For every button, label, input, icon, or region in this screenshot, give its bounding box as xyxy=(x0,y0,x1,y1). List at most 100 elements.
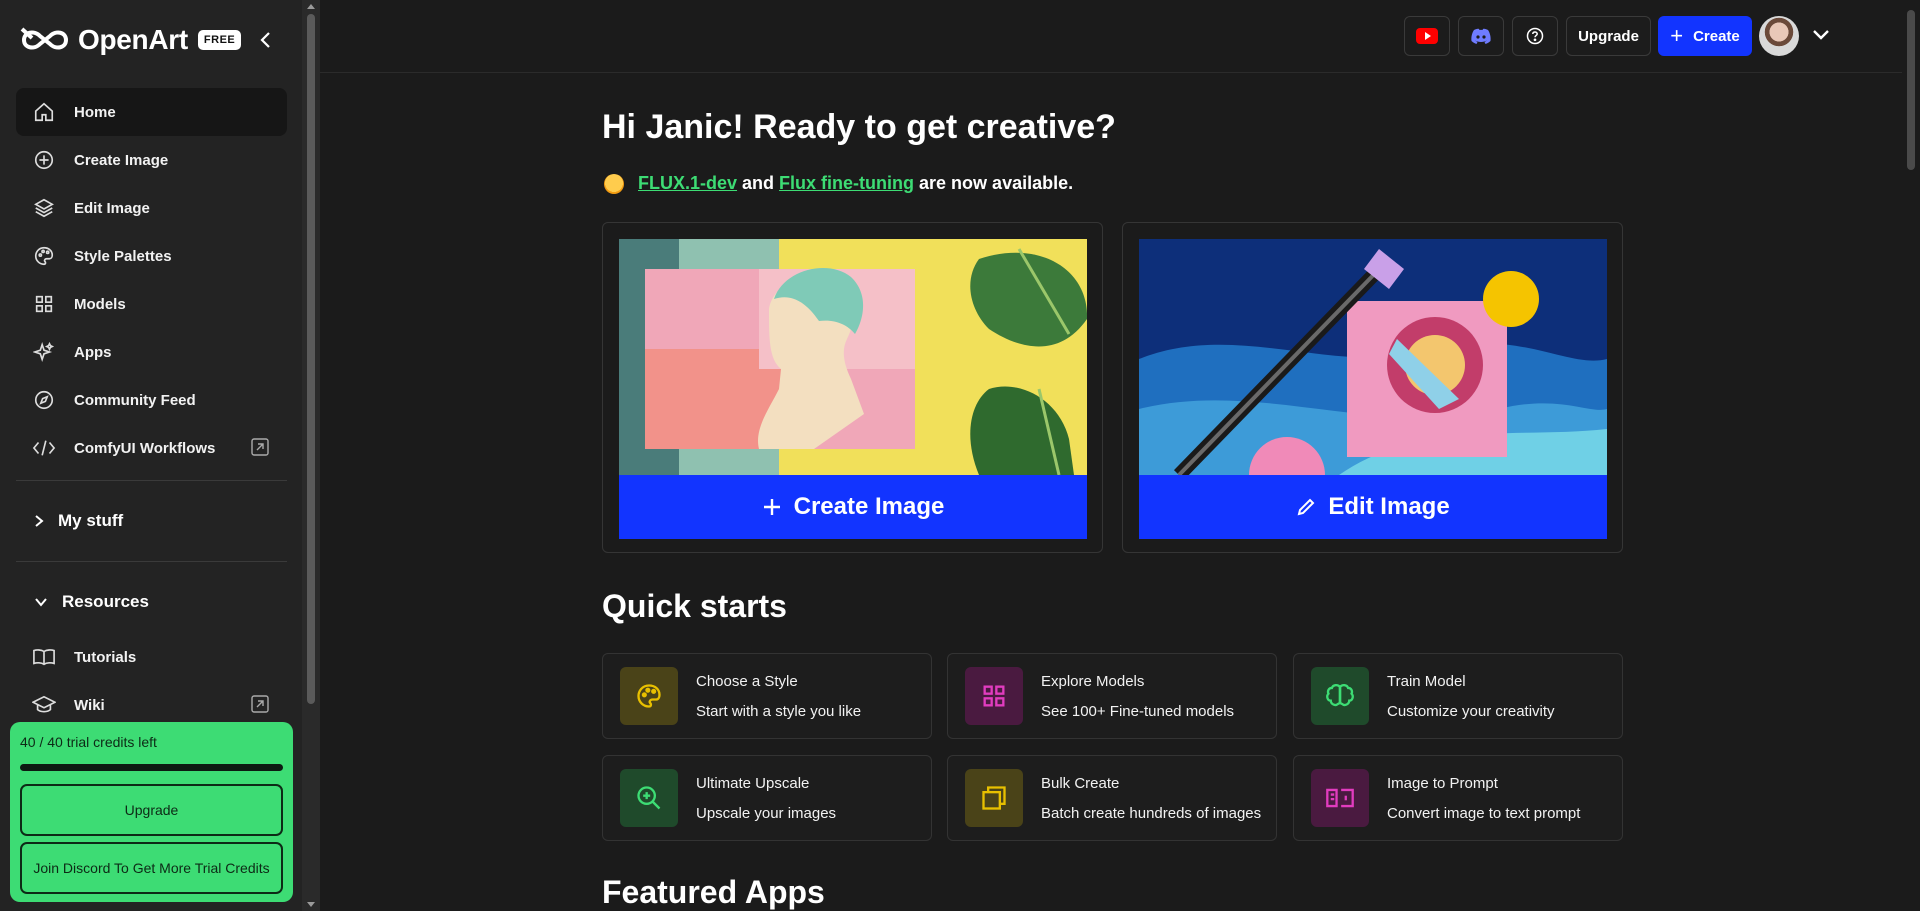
quick-start-choose-style[interactable]: Choose a Style Start with a style you li… xyxy=(602,653,932,739)
quick-start-subtitle: Upscale your images xyxy=(696,805,837,822)
sidebar-item-models[interactable]: Models xyxy=(16,280,287,328)
trial-credits-panel: 40 / 40 trial credits left Upgrade Join … xyxy=(10,722,293,902)
resources-label: Resources xyxy=(62,592,149,611)
quick-start-title: Train Model xyxy=(1387,673,1466,690)
quick-start-image-to-prompt[interactable]: Image to Prompt Convert image to text pr… xyxy=(1293,755,1623,841)
sidebar-item-label: Style Palettes xyxy=(74,247,172,265)
sidebar: OpenArt FREE Home Create Image Edit Imag… xyxy=(0,0,302,911)
quick-start-ultimate-upscale[interactable]: Ultimate Upscale Upscale your images xyxy=(602,755,932,841)
book-icon xyxy=(32,645,56,669)
join-discord-button[interactable]: Join Discord To Get More Trial Credits xyxy=(20,842,283,894)
scroll-down-arrow[interactable] xyxy=(307,902,315,907)
app-window: OpenArt FREE Home Create Image Edit Imag… xyxy=(0,0,1920,911)
youtube-button[interactable] xyxy=(1404,16,1450,56)
chevron-down-icon xyxy=(34,597,48,607)
sidebar-item-apps[interactable]: Apps xyxy=(16,328,287,376)
main-scrollbar[interactable] xyxy=(1902,0,1920,911)
sidebar-scrollbar[interactable] xyxy=(302,0,320,911)
layers-icon xyxy=(32,196,56,220)
upgrade-button[interactable]: Upgrade xyxy=(1566,16,1651,56)
scrollbar-thumb[interactable] xyxy=(1907,10,1915,170)
copy-icon xyxy=(965,769,1023,827)
credits-upgrade-button[interactable]: Upgrade xyxy=(20,784,283,836)
edit-image-illustration xyxy=(1139,239,1607,475)
sidebar-item-label: Models xyxy=(74,295,126,313)
quick-start-subtitle: Customize your creativity xyxy=(1387,703,1555,720)
create-button[interactable]: + Create xyxy=(1658,16,1752,56)
plus-icon: + xyxy=(1670,23,1684,48)
pencil-icon xyxy=(1296,497,1316,517)
sidebar-item-comfyui-workflows[interactable]: ComfyUI Workflows xyxy=(16,424,287,472)
compass-icon xyxy=(32,388,56,412)
sidebar-item-community-feed[interactable]: Community Feed xyxy=(16,376,287,424)
home-icon xyxy=(32,100,56,124)
sidebar-item-label: Tutorials xyxy=(74,648,137,666)
youtube-icon xyxy=(1416,28,1438,44)
sidebar-item-label: ComfyUI Workflows xyxy=(74,439,216,457)
quick-start-bulk-create[interactable]: Bulk Create Batch create hundreds of ima… xyxy=(947,755,1277,841)
resources-toggle[interactable]: Resources xyxy=(16,582,287,622)
chevron-right-icon xyxy=(34,514,44,528)
sidebar-item-label: Home xyxy=(74,103,116,121)
create-image-card[interactable]: Create Image xyxy=(602,222,1103,553)
create-image-button[interactable]: Create Image xyxy=(619,475,1087,539)
grid-icon xyxy=(32,292,56,316)
credits-remaining-text: 40 / 40 trial credits left xyxy=(20,734,157,750)
grid-icon xyxy=(965,667,1023,725)
edit-image-button[interactable]: Edit Image xyxy=(1139,475,1607,539)
sidebar-item-edit-image[interactable]: Edit Image xyxy=(16,184,287,232)
logo[interactable]: OpenArt FREE xyxy=(20,24,242,56)
quick-start-title: Bulk Create xyxy=(1041,775,1120,792)
sidebar-divider xyxy=(16,480,287,481)
sidebar-item-home[interactable]: Home xyxy=(16,88,287,136)
openart-logo-icon xyxy=(20,27,69,50)
quick-start-title: Image to Prompt xyxy=(1387,775,1498,792)
chevron-down-icon[interactable] xyxy=(1812,28,1830,46)
sidebar-item-label: Create Image xyxy=(74,151,169,169)
scrollbar-thumb[interactable] xyxy=(307,14,315,704)
sidebar-item-label: Wiki xyxy=(74,696,105,714)
announcement: FLUX.1-dev and Flux fine-tuning are now … xyxy=(604,173,1073,194)
external-link-icon xyxy=(251,438,269,460)
logo-text: OpenArt xyxy=(78,24,188,55)
my-stuff-toggle[interactable]: My stuff xyxy=(16,501,287,541)
quick-start-explore-models[interactable]: Explore Models See 100+ Fine-tuned model… xyxy=(947,653,1277,739)
sparkle-icon xyxy=(32,340,56,364)
edit-image-card[interactable]: Edit Image xyxy=(1122,222,1623,553)
brain-icon xyxy=(1311,667,1369,725)
topbar-divider xyxy=(320,72,1906,73)
discord-button[interactable] xyxy=(1458,16,1504,56)
code-icon xyxy=(32,436,56,460)
plus-icon xyxy=(762,497,782,517)
sidebar-item-create-image[interactable]: Create Image xyxy=(16,136,287,184)
scroll-up-arrow[interactable] xyxy=(307,4,315,9)
create-image-illustration xyxy=(619,239,1087,475)
avatar[interactable] xyxy=(1759,16,1799,56)
quick-start-subtitle: Start with a style you like xyxy=(696,703,862,720)
zoom-in-icon xyxy=(620,769,678,827)
graduation-cap-icon xyxy=(32,693,56,717)
quick-start-title: Ultimate Upscale xyxy=(696,775,810,792)
quick-start-title: Explore Models xyxy=(1041,673,1145,690)
sidebar-item-tutorials[interactable]: Tutorials xyxy=(16,633,287,681)
sidebar-item-label: Community Feed xyxy=(74,391,196,409)
plan-badge: FREE xyxy=(197,30,242,50)
sidebar-item-label: Apps xyxy=(74,343,112,361)
sidebar-item-style-palettes[interactable]: Style Palettes xyxy=(16,232,287,280)
help-icon xyxy=(1526,27,1544,45)
resources-nav: Tutorials Wiki xyxy=(16,633,287,729)
flux-dev-link[interactable]: FLUX.1-dev xyxy=(638,173,737,194)
help-button[interactable] xyxy=(1512,16,1558,56)
featured-apps-heading: Featured Apps xyxy=(602,874,825,910)
discord-icon xyxy=(1471,28,1491,44)
palette-icon xyxy=(32,244,56,268)
party-face-icon xyxy=(604,173,624,194)
sidebar-divider xyxy=(16,561,287,562)
create-image-label: Create Image xyxy=(793,493,945,520)
quick-start-train-model[interactable]: Train Model Customize your creativity xyxy=(1293,653,1623,739)
flux-fine-tuning-link[interactable]: Flux fine-tuning xyxy=(779,173,914,194)
credits-progress-bar xyxy=(20,764,283,771)
sidebar-nav: Home Create Image Edit Image Style Palet… xyxy=(16,88,287,472)
collapse-sidebar-button[interactable] xyxy=(254,28,276,52)
announcement-text: are now available. xyxy=(914,173,1074,193)
